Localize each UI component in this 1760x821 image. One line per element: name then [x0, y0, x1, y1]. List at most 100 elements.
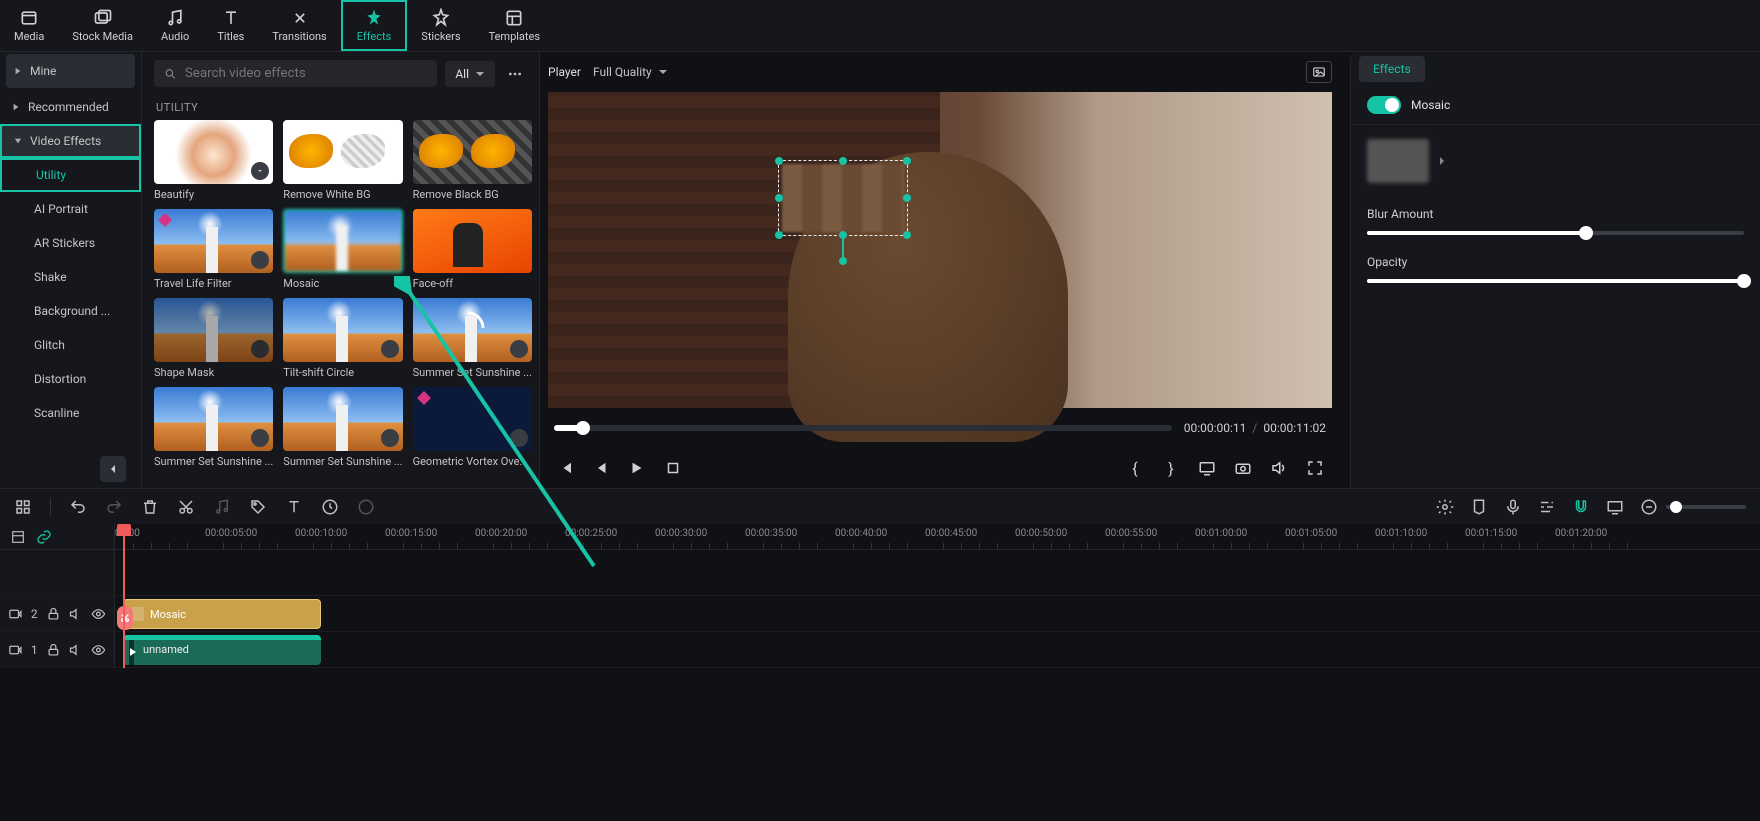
lock-icon[interactable]: [46, 606, 61, 622]
effect-tilt-shift[interactable]: Tilt-shift Circle: [283, 298, 402, 379]
effect-faceoff[interactable]: Face-off: [413, 209, 532, 290]
redo-icon[interactable]: [105, 498, 123, 516]
opacity-slider[interactable]: [1367, 279, 1744, 283]
fullscreen-icon[interactable]: [1306, 459, 1324, 477]
track-fx[interactable]: Mosaic: [115, 596, 1760, 632]
effect-geometric[interactable]: Geometric Vortex Ove...: [413, 387, 532, 468]
player-scrubber[interactable]: [554, 425, 1172, 431]
zoom-out-icon[interactable]: [1640, 498, 1658, 516]
eye-icon[interactable]: [91, 642, 106, 658]
track-video[interactable]: unnamed: [115, 632, 1760, 668]
tab-stock-media[interactable]: Stock Media: [58, 0, 147, 51]
effect-shape-mask[interactable]: Shape Mask: [154, 298, 273, 379]
side-shake[interactable]: Shake: [0, 260, 141, 294]
play-icon[interactable]: [628, 459, 646, 477]
handle-bottom-right[interactable]: [903, 231, 911, 239]
magnet-icon[interactable]: [1572, 498, 1590, 516]
cut-icon[interactable]: [177, 498, 195, 516]
more-options-button[interactable]: [503, 62, 527, 86]
player-viewport[interactable]: [548, 92, 1332, 408]
tab-titles[interactable]: Titles: [203, 0, 258, 51]
clip-mosaic[interactable]: Mosaic: [123, 599, 321, 629]
side-back-button[interactable]: [100, 456, 126, 482]
cut-handle[interactable]: [117, 606, 133, 630]
download-icon[interactable]: [381, 340, 399, 358]
handle-top-right[interactable]: [903, 157, 911, 165]
rp-tab-effects[interactable]: Effects: [1359, 56, 1425, 82]
delete-icon[interactable]: [141, 498, 159, 516]
download-icon[interactable]: [251, 251, 269, 269]
playhead[interactable]: [123, 524, 125, 668]
rotate-handle[interactable]: [839, 257, 847, 265]
layout-icon[interactable]: [10, 529, 26, 545]
side-ar-stickers[interactable]: AR Stickers: [0, 226, 141, 260]
mark-in-icon[interactable]: {: [1126, 459, 1144, 477]
monitor-icon[interactable]: [1606, 498, 1624, 516]
prev-frame-icon[interactable]: [556, 459, 574, 477]
zoom-slider[interactable]: [1666, 505, 1746, 509]
tab-effects[interactable]: Effects: [341, 0, 408, 51]
display-icon[interactable]: [1198, 459, 1216, 477]
eye-icon[interactable]: [91, 606, 106, 622]
side-glitch[interactable]: Glitch: [0, 328, 141, 362]
tag-icon[interactable]: [249, 498, 267, 516]
stop-icon[interactable]: [664, 459, 682, 477]
snapshot-button[interactable]: [1306, 61, 1332, 83]
text-icon[interactable]: [285, 498, 303, 516]
handle-right[interactable]: [903, 194, 911, 202]
effect-summer2[interactable]: Summer Set Sunshine ...: [154, 387, 273, 468]
filter-all-dropdown[interactable]: All: [445, 61, 495, 87]
mute-icon[interactable]: [68, 642, 83, 658]
handle-bottom-left[interactable]: [775, 231, 783, 239]
effect-mosaic[interactable]: Mosaic: [283, 209, 402, 290]
download-icon[interactable]: [510, 429, 528, 447]
tab-stickers[interactable]: Stickers: [407, 0, 474, 51]
effect-remove-black[interactable]: Remove Black BG: [413, 120, 532, 201]
side-distortion[interactable]: Distortion: [0, 362, 141, 396]
link-icon[interactable]: [36, 529, 52, 545]
speed-icon[interactable]: [321, 498, 339, 516]
mixer-icon[interactable]: [1538, 498, 1556, 516]
opacity-knob[interactable]: [1737, 274, 1751, 288]
quality-dropdown[interactable]: Full Quality: [593, 65, 668, 79]
zoom-knob[interactable]: [1670, 501, 1682, 513]
undo-icon[interactable]: [69, 498, 87, 516]
download-icon[interactable]: [251, 340, 269, 358]
side-video-effects[interactable]: Video Effects: [0, 124, 141, 158]
play-rev-icon[interactable]: [592, 459, 610, 477]
handle-top-left[interactable]: [775, 157, 783, 165]
download-icon[interactable]: [510, 340, 528, 358]
tab-templates[interactable]: Templates: [475, 0, 554, 51]
camera-icon[interactable]: [1234, 459, 1252, 477]
color-icon[interactable]: [357, 498, 375, 516]
grid-icon[interactable]: [14, 498, 32, 516]
download-icon[interactable]: [251, 162, 269, 180]
effect-beautify[interactable]: Beautify: [154, 120, 273, 201]
download-icon[interactable]: [381, 429, 399, 447]
timeline-body[interactable]: 00:0000:00:05:0000:00:10:0000:00:15:0000…: [115, 524, 1760, 668]
tab-audio[interactable]: Audio: [147, 0, 203, 51]
effect-summer1[interactable]: Summer Set Sunshine ...: [413, 298, 532, 379]
side-scanline[interactable]: Scanline: [0, 396, 141, 430]
search-field[interactable]: [185, 66, 427, 81]
handle-top[interactable]: [839, 157, 847, 165]
effect-toggle[interactable]: [1367, 96, 1401, 114]
handle-left[interactable]: [775, 194, 783, 202]
selection-box[interactable]: [778, 160, 908, 236]
blur-slider[interactable]: [1367, 231, 1744, 235]
tab-transitions[interactable]: Transitions: [258, 0, 340, 51]
music-icon[interactable]: [213, 498, 231, 516]
side-background[interactable]: Background ...: [0, 294, 141, 328]
scrubber-knob[interactable]: [576, 421, 590, 435]
side-mine[interactable]: Mine: [6, 54, 135, 88]
effect-remove-white[interactable]: Remove White BG: [283, 120, 402, 201]
side-recommended[interactable]: Recommended: [0, 90, 141, 124]
side-utility[interactable]: Utility: [0, 158, 141, 192]
marker-icon[interactable]: [1470, 498, 1488, 516]
rp-preset-row[interactable]: [1351, 125, 1760, 197]
clip-video[interactable]: unnamed: [123, 635, 321, 665]
lock-icon[interactable]: [46, 642, 61, 658]
mute-icon[interactable]: [68, 606, 83, 622]
side-ai-portrait[interactable]: AI Portrait: [0, 192, 141, 226]
timeline-ruler[interactable]: 00:0000:00:05:0000:00:10:0000:00:15:0000…: [115, 524, 1760, 550]
